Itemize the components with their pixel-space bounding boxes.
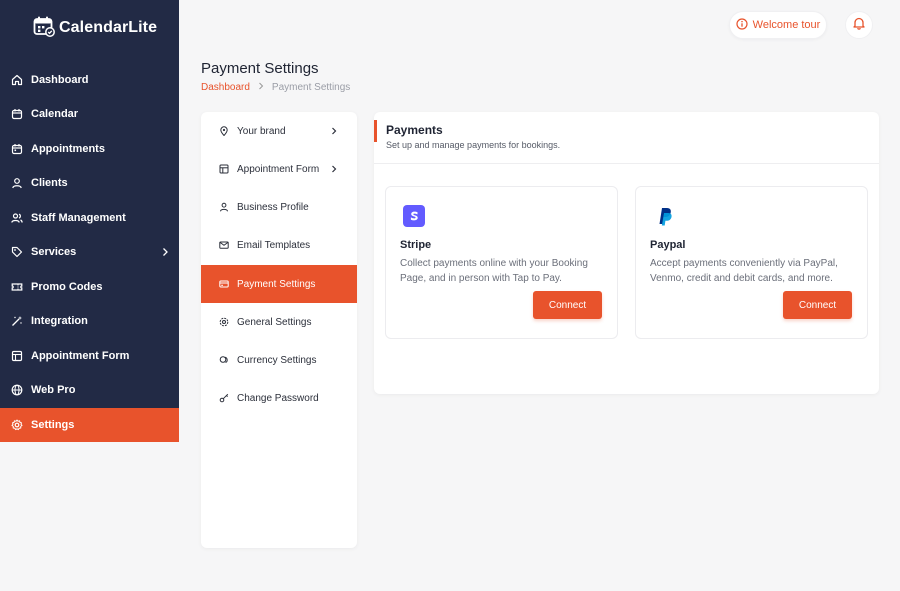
user-icon (219, 202, 229, 212)
coins-icon (219, 355, 229, 365)
settings-item-label: Currency Settings (237, 354, 317, 366)
globe-icon (11, 384, 23, 396)
breadcrumb-link-dashboard[interactable]: Dashboard (201, 82, 250, 93)
sidebar-item-label: Services (31, 246, 77, 258)
settings-item-label: Email Templates (237, 239, 311, 251)
settings-item-appointment-form[interactable]: Appointment Form (201, 150, 357, 188)
sidebar-item-label: Appointment Form (31, 350, 130, 362)
paypal-connect-button[interactable]: Connect (783, 291, 852, 319)
stripe-description: Collect payments online with your Bookin… (400, 258, 588, 284)
chevron-right-icon (330, 163, 338, 175)
settings-item-business-profile[interactable]: Business Profile (201, 188, 357, 226)
breadcrumb: Dashboard Payment Settings (201, 82, 350, 93)
stripe-card: Stripe Collect payments online with your… (385, 186, 618, 339)
settings-item-label: Your brand (237, 125, 286, 137)
sidebar-item-label: Dashboard (31, 74, 89, 86)
card-icon (219, 279, 229, 289)
payments-subtitle: Set up and manage payments for bookings. (386, 140, 561, 150)
chevron-right-icon (160, 246, 170, 258)
paypal-title: Paypal (650, 239, 686, 251)
sidebar-item-label: Settings (31, 419, 75, 431)
bell-icon (852, 16, 866, 35)
sidebar-item-appointments[interactable]: Appointments (0, 132, 179, 166)
app-logo[interactable]: CalendarLite (33, 16, 157, 40)
sidebar-item-label: Calendar (31, 108, 79, 120)
settings-item-label: Appointment Form (237, 163, 320, 175)
sidebar-item-settings[interactable]: Settings (0, 408, 179, 442)
sidebar-item-label: Integration (31, 315, 88, 327)
settings-item-email-templates[interactable]: Email Templates (201, 226, 357, 264)
sidebar-item-label: Promo Codes (31, 281, 103, 293)
stripe-connect-button[interactable]: Connect (533, 291, 602, 319)
sidebar-item-calendar[interactable]: Calendar (0, 97, 179, 131)
stripe-logo-icon (403, 205, 425, 227)
tag-icon (11, 246, 23, 258)
stripe-title: Stripe (400, 239, 432, 251)
info-icon (736, 17, 748, 33)
payments-title: Payments (386, 123, 443, 137)
settings-item-your-brand[interactable]: Your brand (201, 112, 357, 150)
settings-item-payment-settings[interactable]: Payment Settings (201, 265, 357, 303)
page-title: Payment Settings (201, 60, 319, 77)
sidebar: CalendarLite Dashboard Calendar Appointm… (0, 0, 179, 591)
gear-icon (219, 317, 229, 327)
settings-item-label: Payment Settings (237, 278, 316, 290)
calendar-icon (11, 108, 23, 120)
app-name: CalendarLite (59, 19, 158, 36)
sidebar-bottom-area (0, 442, 179, 591)
sidebar-item-dashboard[interactable]: Dashboard (0, 63, 179, 97)
paypal-logo-icon (653, 205, 675, 227)
paypal-card: Paypal Accept payments conveniently via … (635, 186, 868, 339)
settings-menu: Your brand Appointment Form Business Pro… (201, 112, 357, 548)
sidebar-item-clients[interactable]: Clients (0, 166, 179, 200)
sidebar-item-label: Clients (31, 177, 68, 189)
form-icon (219, 164, 229, 174)
user-icon (11, 177, 23, 189)
breadcrumb-separator-icon (258, 82, 264, 93)
settings-item-general-settings[interactable]: General Settings (201, 303, 357, 341)
mail-icon (219, 240, 229, 250)
sidebar-item-appointment-form[interactable]: Appointment Form (0, 339, 179, 373)
settings-item-currency-settings[interactable]: Currency Settings (201, 341, 357, 379)
sidebar-item-integration[interactable]: Integration (0, 304, 179, 338)
sidebar-item-web-pro[interactable]: Web Pro (0, 373, 179, 407)
breadcrumb-current: Payment Settings (271, 82, 351, 93)
home-icon (11, 74, 23, 86)
sidebar-item-label: Staff Management (31, 212, 126, 224)
calendar-logo-icon (33, 15, 55, 42)
welcome-tour-button[interactable]: Welcome tour (729, 11, 827, 39)
welcome-tour-label: Welcome tour (752, 19, 821, 31)
sidebar-item-label: Appointments (31, 143, 105, 155)
sidebar-item-staff-management[interactable]: Staff Management (0, 201, 179, 235)
paypal-description: Accept payments conveniently via PayPal,… (650, 258, 838, 284)
notifications-button[interactable] (845, 11, 873, 39)
calendar-check-icon (11, 143, 23, 155)
payments-panel: Payments Set up and manage payments for … (374, 112, 879, 394)
key-icon (219, 393, 229, 403)
divider (374, 163, 879, 164)
settings-item-label: Business Profile (237, 201, 309, 213)
chevron-right-icon (330, 125, 338, 137)
form-icon (11, 350, 23, 362)
sidebar-item-promo-codes[interactable]: Promo Codes (0, 270, 179, 304)
settings-item-label: General Settings (237, 316, 312, 328)
pin-icon (219, 126, 229, 136)
sidebar-item-services[interactable]: Services (0, 235, 179, 269)
gear-icon (11, 419, 23, 431)
ticket-icon (11, 281, 23, 293)
sidebar-item-label: Web Pro (31, 384, 76, 396)
panel-accent-bar (374, 120, 377, 142)
settings-item-change-password[interactable]: Change Password (201, 379, 357, 417)
users-icon (11, 212, 23, 224)
magic-wand-icon (11, 315, 23, 327)
settings-item-label: Change Password (237, 392, 319, 404)
